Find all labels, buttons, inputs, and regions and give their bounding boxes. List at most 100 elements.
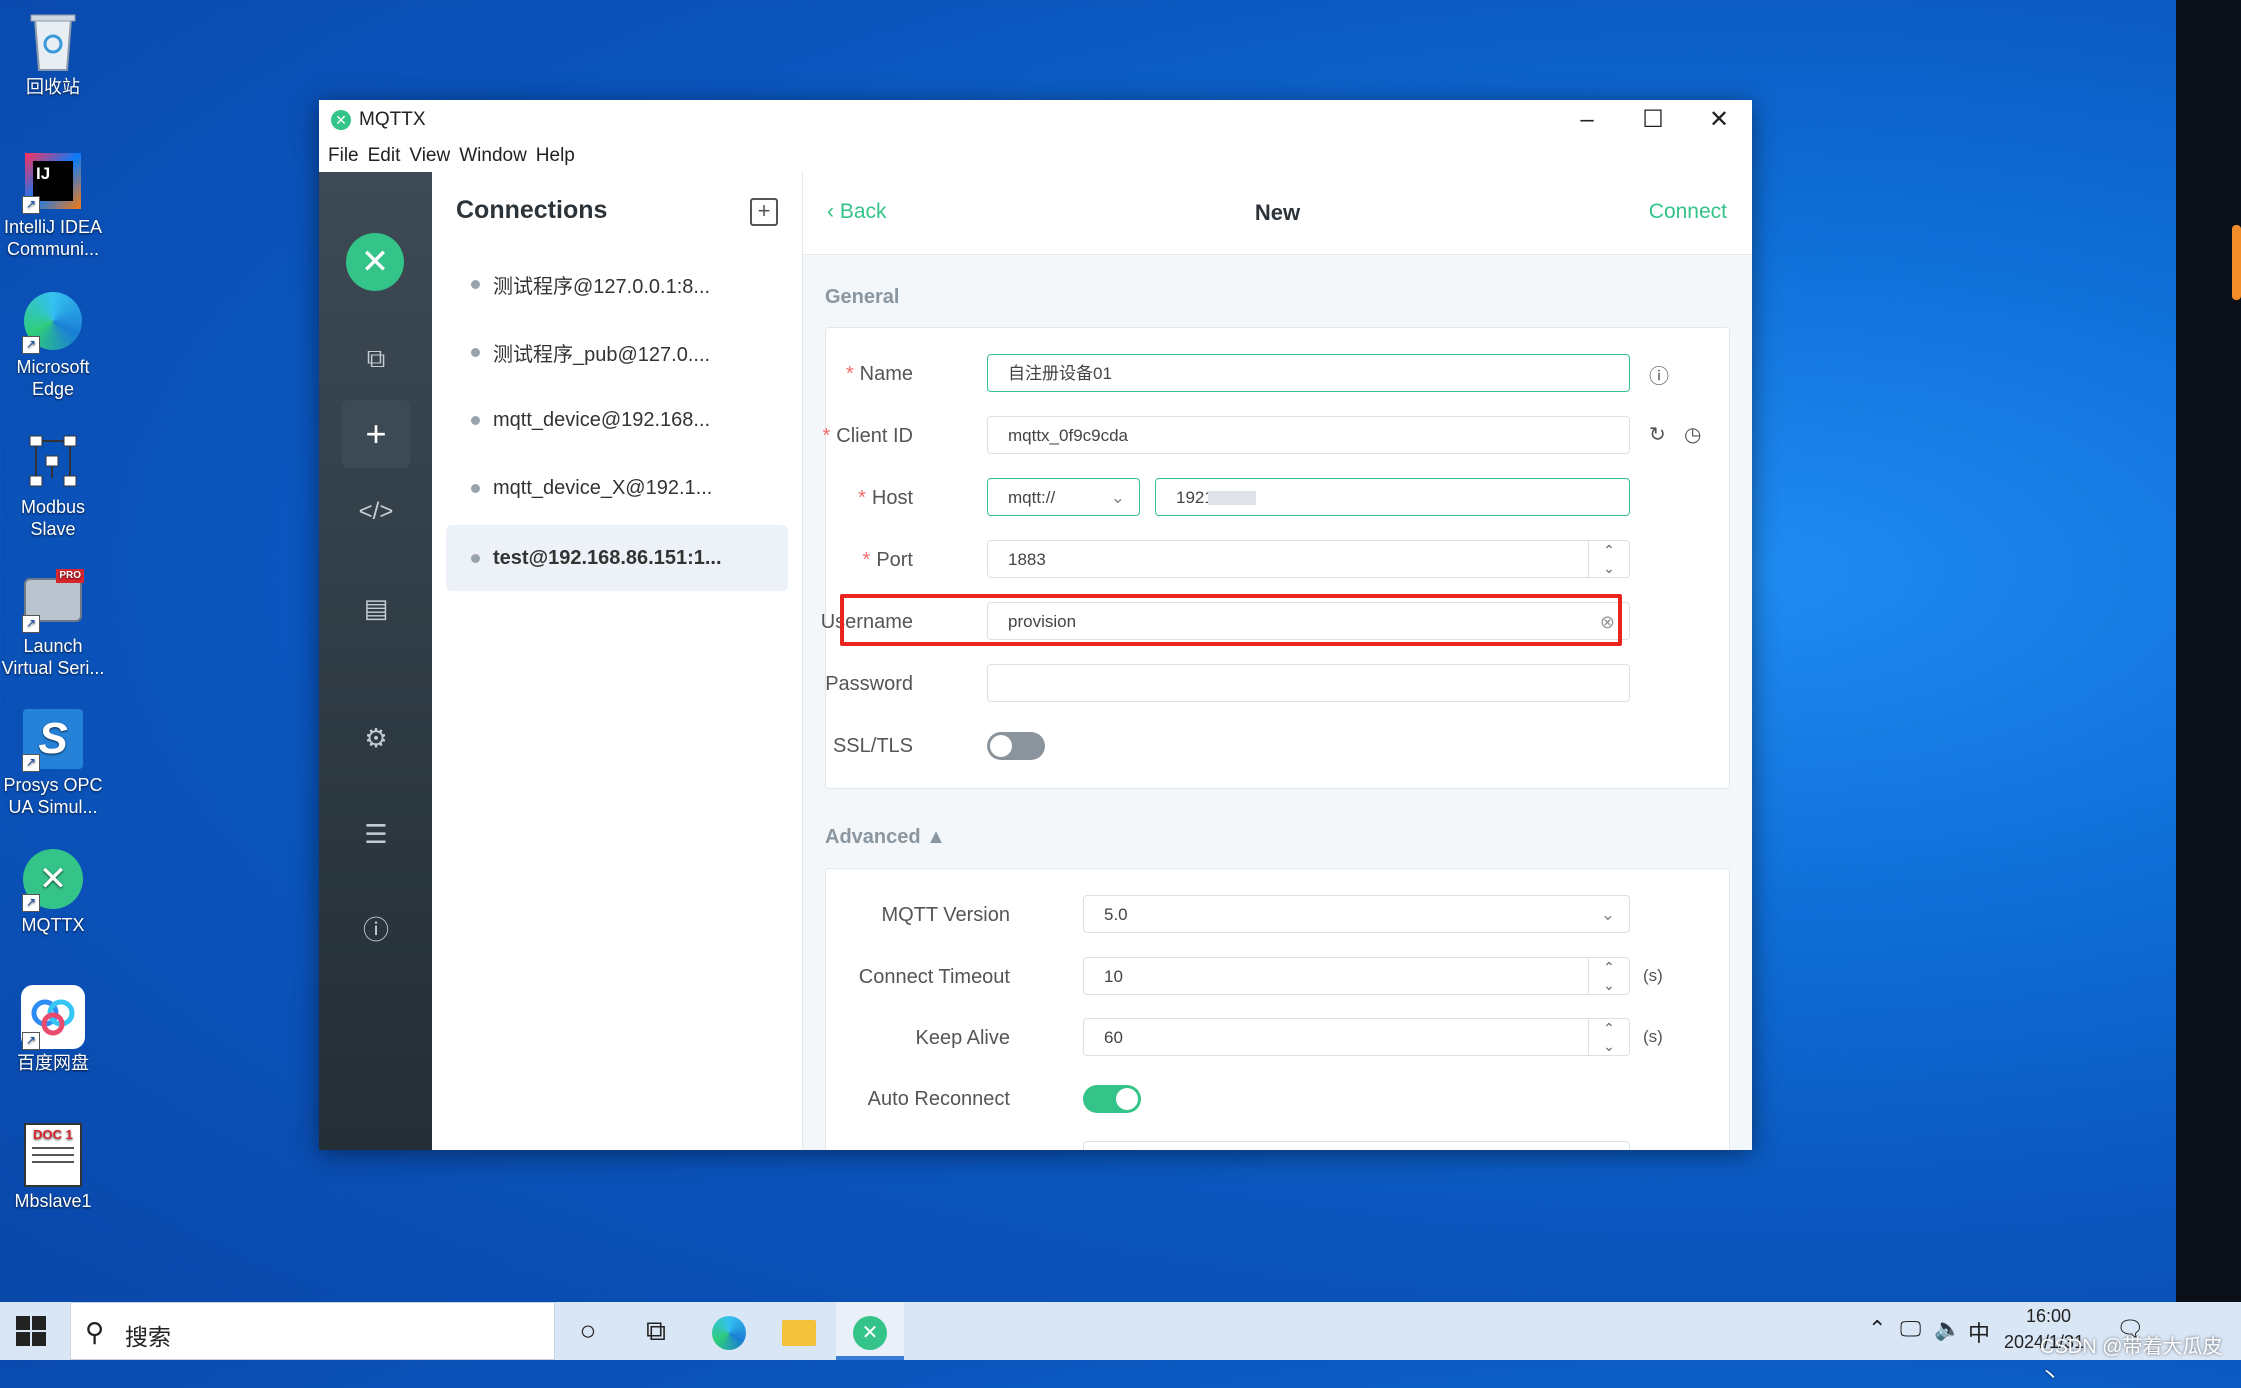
editor-header: ‹ Back New Connect (803, 172, 1752, 255)
connection-item[interactable]: 测试程序@127.0.0.1:8... (446, 251, 788, 317)
desktop-icon-label: Launch Virtual Seri... (1, 636, 105, 678)
host-input[interactable]: 1921 151 (1155, 478, 1630, 516)
ime-indicator[interactable]: 中 (1968, 1316, 1990, 1348)
desktop-icon-modbus[interactable]: Modbus Slave (0, 428, 106, 540)
password-label: Password (825, 673, 913, 695)
status-dot-icon (471, 483, 480, 493)
about-info-icon[interactable]: ⓘ (342, 896, 410, 964)
shortcut-arrow-icon: ↗ (22, 615, 40, 633)
client-id-input[interactable]: mqttx_0f9c9cda (987, 416, 1630, 454)
new-connection-nav-icon[interactable]: + (342, 400, 410, 468)
host-label-text: Host (871, 487, 913, 509)
port-input[interactable]: 1883 ⌃ ⌄ (987, 540, 1630, 578)
left-nav: ✕ ⧉ + </> ▤ ⚙ ☰ ⓘ (319, 172, 432, 1150)
connections-heading: Connections (456, 196, 608, 224)
status-dot-icon (471, 553, 480, 563)
tray-chevron-up-icon[interactable]: ⌃ (1868, 1316, 1886, 1342)
settings-gear-icon[interactable]: ⚙ (342, 704, 410, 772)
keep-alive-value: 60 (1104, 1028, 1123, 1047)
connection-item[interactable]: mqtt_device_X@192.1... (446, 455, 788, 521)
connection-item-selected[interactable]: test@192.168.86.151:1... (446, 525, 788, 591)
clock-icon[interactable]: ◷ (1684, 422, 1701, 447)
desktop-icon-label: Modbus Slave (20, 497, 86, 539)
connection-item[interactable]: mqtt_device@192.168... (446, 387, 788, 453)
add-connection-icon[interactable]: + (750, 198, 778, 226)
connection-item[interactable]: 测试程序_pub@127.0.... (446, 319, 788, 385)
mqttx-icon: ✕ ↗ (20, 846, 86, 912)
app-logo-icon: ✕ (331, 110, 351, 130)
desktop-icon-recycle-bin[interactable]: 回收站 (0, 8, 106, 98)
log-nav-icon[interactable]: ▤ (342, 574, 410, 642)
file-explorer-icon[interactable] (765, 1302, 833, 1360)
connections-panel: Connections + 测试程序@127.0.0.1:8... 测试程序_p… (432, 172, 803, 1150)
port-value: 1883 (1008, 550, 1046, 569)
mqttx-taskbar-icon[interactable]: ✕ (836, 1302, 904, 1360)
mqtt-version-select[interactable]: 5.0 ⌄ (1083, 895, 1630, 933)
auto-reconnect-toggle[interactable] (1083, 1085, 1141, 1113)
keep-alive-input[interactable]: 60 ⌃ ⌄ (1083, 1018, 1630, 1056)
ssl-toggle[interactable] (987, 732, 1045, 760)
keep-alive-row: Keep Alive 60 ⌃ ⌄ (s) (826, 1018, 1729, 1060)
edge-taskbar-icon[interactable] (695, 1302, 763, 1360)
timeout-stepper[interactable]: ⌃ ⌄ (1588, 958, 1629, 994)
title-bar[interactable]: ✕ MQTTX – ☐ ✕ (319, 100, 1752, 140)
required-mark: * (845, 363, 854, 385)
connect-button[interactable]: Connect (1649, 200, 1727, 224)
menu-edit[interactable]: Edit (368, 145, 401, 167)
connections-nav-icon[interactable]: ⧉ (342, 324, 410, 392)
client-id-label-text: Client ID (836, 425, 913, 447)
port-stepper[interactable]: ⌃ ⌄ (1588, 541, 1629, 577)
ssl-row: SSL/TLS (826, 726, 1729, 768)
desktop-icon-prosys[interactable]: S ↗ Prosys OPC UA Simul... (0, 706, 106, 818)
info-icon[interactable]: ⓘ (1649, 360, 1669, 389)
host-label: * Host (858, 487, 913, 510)
chevron-down-icon: ⌄ (1600, 905, 1615, 924)
timeout-unit: (s) (1643, 966, 1663, 985)
clock-time[interactable]: 16:00 (2026, 1306, 2071, 1327)
desktop-icon-baidu[interactable]: ↗ 百度网盘 (0, 984, 106, 1074)
prosys-icon: S ↗ (20, 706, 86, 772)
script-nav-icon[interactable]: </> (342, 478, 410, 546)
host-row: *Host mqtt:// ⌄ 1921 151 (826, 478, 1729, 520)
menu-file[interactable]: File (328, 145, 359, 167)
menu-window[interactable]: Window (459, 145, 527, 167)
toggle-knob (1116, 1088, 1138, 1110)
desktop-icon-mbslave1[interactable]: DOC 1 Mbslave1 (0, 1122, 106, 1212)
shortcut-arrow-icon: ↗ (22, 1032, 40, 1050)
advanced-section-title[interactable]: Advanced ▲ (825, 826, 946, 849)
connect-timeout-value: 10 (1104, 967, 1123, 986)
shortcut-arrow-icon: ↗ (22, 894, 40, 912)
window-title: MQTTX (359, 109, 426, 130)
connection-label: test@192.168.86.151:1... (493, 546, 722, 569)
task-view-icon[interactable]: ⧉ (622, 1302, 690, 1360)
mqtt-version-row: MQTT Version 5.0 ⌄ (826, 895, 1729, 937)
cortana-icon[interactable]: ○ (554, 1302, 622, 1360)
network-icon[interactable]: 🖵 (1900, 1316, 1921, 1342)
desktop-icon-mqttx[interactable]: ✕ ↗ MQTTX (0, 846, 106, 936)
name-input[interactable]: 自注册设备01 (987, 354, 1630, 392)
client-id-label: * Client ID (823, 425, 914, 448)
desktop-icon-virtual-serial[interactable]: PRO ↗ Launch Virtual Seri... (0, 567, 106, 679)
menu-view[interactable]: View (409, 145, 450, 167)
taskbar-search[interactable]: ⚲ 搜索 (70, 1302, 555, 1360)
document-icon: DOC 1 (20, 1122, 86, 1188)
desktop-icon-edge[interactable]: ↗ Microsoft Edge (0, 288, 106, 400)
maximize-button[interactable]: ☐ (1620, 100, 1686, 140)
scrollbar-thumb[interactable] (2232, 225, 2241, 300)
auto-reconnect-row: Auto Reconnect (826, 1079, 1729, 1121)
intellij-icon: IJ ↗ (20, 148, 86, 214)
start-windows-icon[interactable] (16, 1316, 46, 1346)
minimize-button[interactable]: – (1554, 100, 1620, 140)
protocol-select[interactable]: mqtt:// ⌄ (987, 478, 1140, 516)
mqttx-logo-icon: ✕ (346, 233, 404, 291)
feed-nav-icon[interactable]: ☰ (342, 800, 410, 868)
menu-help[interactable]: Help (536, 145, 575, 167)
volume-icon[interactable]: 🔈 (1934, 1316, 1961, 1342)
refresh-icon[interactable]: ↻ (1649, 422, 1666, 447)
connect-timeout-input[interactable]: 10 ⌃ ⌄ (1083, 957, 1630, 995)
keep-alive-stepper[interactable]: ⌃ ⌄ (1588, 1019, 1629, 1055)
password-input[interactable] (987, 664, 1630, 702)
next-field-partial[interactable] (1083, 1141, 1630, 1150)
desktop-icon-intellij[interactable]: IJ ↗ IntelliJ IDEA Communi... (0, 148, 106, 260)
close-button[interactable]: ✕ (1686, 100, 1752, 140)
